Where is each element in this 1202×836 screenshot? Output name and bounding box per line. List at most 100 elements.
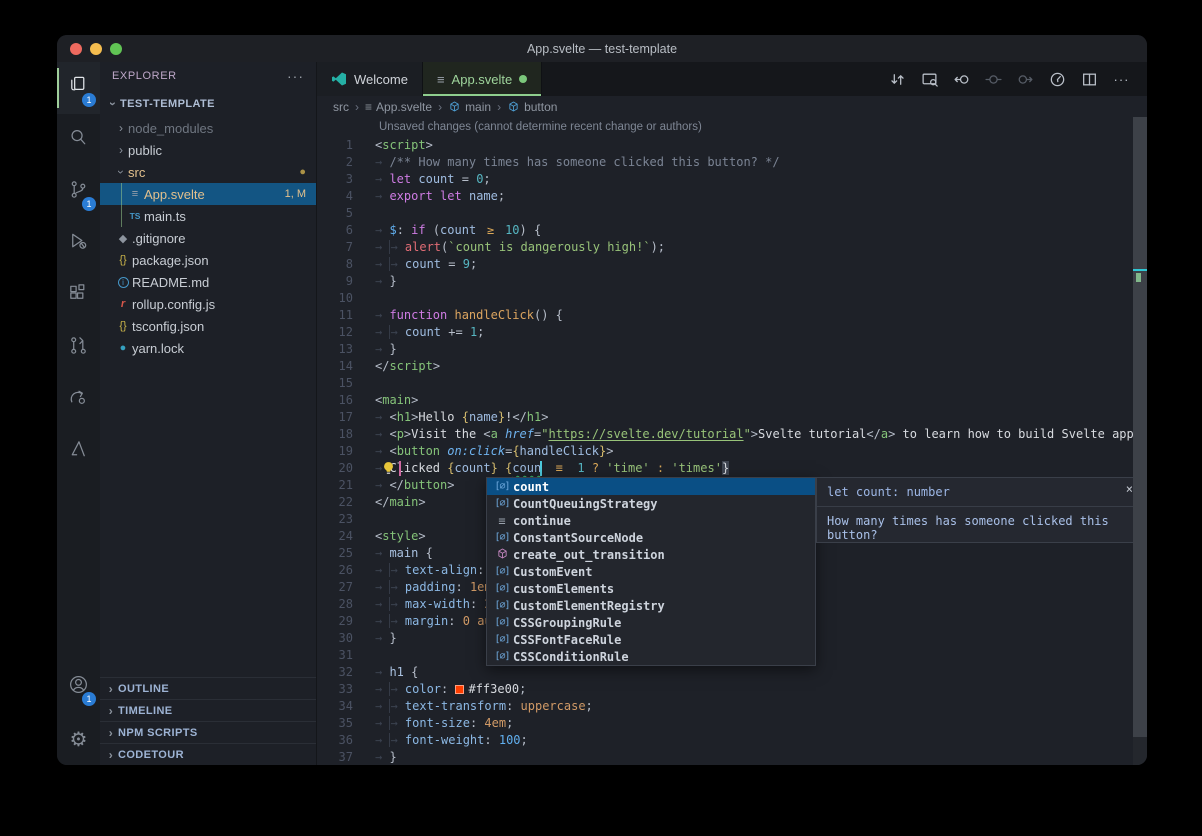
- activity-item-extensions[interactable]: [57, 270, 100, 322]
- line-number: 3: [317, 171, 353, 188]
- suggest-item-CountQueuingStrategy[interactable]: [∅]CountQueuingStrategy: [487, 495, 815, 512]
- file-label: node_modules: [128, 121, 306, 136]
- activity-item-accounts[interactable]: 1: [57, 661, 100, 713]
- suggest-label: customElements: [513, 582, 614, 596]
- open-changes-icon[interactable]: [888, 70, 907, 89]
- run-preview-icon[interactable]: [1048, 70, 1067, 89]
- breadcrumb-item-src[interactable]: src: [333, 100, 349, 114]
- activity-item-settings[interactable]: ⚙: [57, 713, 100, 765]
- line-number: 17: [317, 409, 353, 426]
- suggest-item-CustomElementRegistry[interactable]: [∅]CustomElementRegistry: [487, 597, 815, 614]
- line-number: 22: [317, 494, 353, 511]
- explorer-item-.gitignore[interactable]: ◆.gitignore: [100, 227, 316, 249]
- code-editor[interactable]: Unsaved changes (cannot determine recent…: [317, 117, 1147, 765]
- symbol-module-icon: [491, 547, 513, 563]
- code-line[interactable]: 8→ → count = 9;: [317, 256, 1147, 273]
- breadcrumb-item-app-svelte[interactable]: ≡App.svelte: [365, 100, 432, 114]
- suggest-item-count[interactable]: [∅]count: [487, 478, 815, 495]
- line-number: 7: [317, 239, 353, 256]
- code-line[interactable]: 6→ $: if (count ≥ 10) {: [317, 222, 1147, 239]
- code-line[interactable]: 5: [317, 205, 1147, 222]
- explorer-item-yarn.lock[interactable]: ●yarn.lock: [100, 337, 316, 359]
- line-number: 25: [317, 545, 353, 562]
- explorer-item-README.md[interactable]: iREADME.md: [100, 271, 316, 293]
- current-position-icon: [984, 70, 1003, 89]
- suggest-item-customElements[interactable]: [∅]customElements: [487, 580, 815, 597]
- line-number: 20: [317, 460, 353, 477]
- code-line[interactable]: 3→ let count = 0;: [317, 171, 1147, 188]
- code-line[interactable]: 10: [317, 290, 1147, 307]
- code-line[interactable]: 18→ <p>Visit the <a href="https://svelte…: [317, 426, 1147, 443]
- breadcrumb-item-button[interactable]: button: [507, 100, 557, 114]
- navigate-back-icon[interactable]: [952, 70, 971, 89]
- code-line[interactable]: 11→ function handleClick() {: [317, 307, 1147, 324]
- explorer-item-rollup.config.js[interactable]: rrollup.config.js: [100, 293, 316, 315]
- code-line[interactable]: 2→ /** How many times has someone clicke…: [317, 154, 1147, 171]
- activity-item-azure[interactable]: [57, 426, 100, 478]
- sidebar-section-timeline[interactable]: ›TIMELINE: [100, 699, 316, 721]
- code-line[interactable]: 36→ → font-weight: 100;: [317, 732, 1147, 749]
- tab-welcome[interactable]: Welcome: [317, 62, 423, 96]
- sidebar-section-outline[interactable]: ›OUTLINE: [100, 677, 316, 699]
- code-line[interactable]: 16<main>: [317, 392, 1147, 409]
- activity-item-live-share[interactable]: [57, 374, 100, 426]
- workspace-section-header[interactable]: › TEST-TEMPLATE: [100, 90, 316, 117]
- activity-item-explorer[interactable]: 1: [57, 62, 100, 114]
- code-line[interactable]: 37→ }: [317, 749, 1147, 765]
- breadcrumb: src›≡App.svelte›main›button: [317, 96, 1147, 117]
- explorer-item-node_modules[interactable]: ›node_modules: [100, 117, 316, 139]
- code-line[interactable]: 14</script>: [317, 358, 1147, 375]
- suggest-item-CSSConditionRule[interactable]: [∅]CSSConditionRule: [487, 648, 815, 665]
- codelens-annotation[interactable]: Unsaved changes (cannot determine recent…: [317, 117, 1147, 137]
- code-line[interactable]: 17→ <h1>Hello {name}!</h1>: [317, 409, 1147, 426]
- suggest-item-CustomEvent[interactable]: [∅]CustomEvent: [487, 563, 815, 580]
- code-line[interactable]: 20→ Clicked {count} {coun ≡ 1 ? 'time' :…: [317, 460, 1147, 477]
- close-icon[interactable]: ×: [1126, 482, 1133, 496]
- json-file-icon: {}: [114, 320, 132, 332]
- rollup-file-icon: r: [114, 298, 132, 310]
- breadcrumb-item-main[interactable]: main: [448, 100, 491, 114]
- lightbulb-icon[interactable]: [381, 461, 396, 476]
- explorer-item-tsconfig.json[interactable]: {}tsconfig.json: [100, 315, 316, 337]
- line-number: 33: [317, 681, 353, 698]
- indent-guide: [121, 183, 122, 227]
- split-editor-icon[interactable]: [1080, 70, 1099, 89]
- activity-item-pull-requests[interactable]: [57, 322, 100, 374]
- code-line[interactable]: 34→ → text-transform: uppercase;: [317, 698, 1147, 715]
- activity-item-search[interactable]: [57, 114, 100, 166]
- scrollbar-slider[interactable]: [1133, 117, 1147, 737]
- line-number: 23: [317, 511, 353, 528]
- code-line[interactable]: 1<script>: [317, 137, 1147, 154]
- sidebar-section-npm-scripts[interactable]: ›NPM SCRIPTS: [100, 721, 316, 743]
- explorer-item-App.svelte[interactable]: ≡App.svelte1, M: [100, 183, 316, 205]
- code-line[interactable]: 9→ }: [317, 273, 1147, 290]
- code-line[interactable]: 19→ <button on:click={handleClick}>: [317, 443, 1147, 460]
- code-line[interactable]: 32→ h1 {: [317, 664, 1147, 681]
- activity-item-run-debug[interactable]: [57, 218, 100, 270]
- activity-badge: 1: [82, 692, 96, 706]
- file-label: App.svelte: [144, 187, 279, 202]
- suggest-item-ConstantSourceNode[interactable]: [∅]ConstantSourceNode: [487, 529, 815, 546]
- explorer-item-src[interactable]: ›src●: [100, 161, 316, 183]
- code-line[interactable]: 12→ → count += 1;: [317, 324, 1147, 341]
- code-line[interactable]: 15: [317, 375, 1147, 392]
- suggest-item-create_out_transition[interactable]: create_out_transition: [487, 546, 815, 563]
- explorer-item-main.ts[interactable]: TSmain.ts: [100, 205, 316, 227]
- explorer-item-public[interactable]: ›public: [100, 139, 316, 161]
- suggest-item-continue[interactable]: ≡continue: [487, 512, 815, 529]
- more-actions-icon[interactable]: ···: [1112, 70, 1131, 89]
- more-actions-icon[interactable]: ···: [287, 68, 304, 84]
- code-line[interactable]: 4→ export let name;: [317, 188, 1147, 205]
- editor-scrollbar[interactable]: [1133, 117, 1147, 765]
- suggest-item-CSSFontFaceRule[interactable]: [∅]CSSFontFaceRule: [487, 631, 815, 648]
- code-line[interactable]: 13→ }: [317, 341, 1147, 358]
- suggest-item-CSSGroupingRule[interactable]: [∅]CSSGroupingRule: [487, 614, 815, 631]
- open-preview-icon[interactable]: [920, 70, 939, 89]
- sidebar-section-codetour[interactable]: ›CODETOUR: [100, 743, 316, 765]
- code-line[interactable]: 33→ → color: #ff3e00;: [317, 681, 1147, 698]
- code-line[interactable]: 7→ → alert(`count is dangerously high!`)…: [317, 239, 1147, 256]
- activity-item-source-control[interactable]: 1: [57, 166, 100, 218]
- code-line[interactable]: 35→ → font-size: 4em;: [317, 715, 1147, 732]
- tab-app-svelte[interactable]: ≡App.svelte: [423, 62, 542, 96]
- explorer-item-package.json[interactable]: {}package.json: [100, 249, 316, 271]
